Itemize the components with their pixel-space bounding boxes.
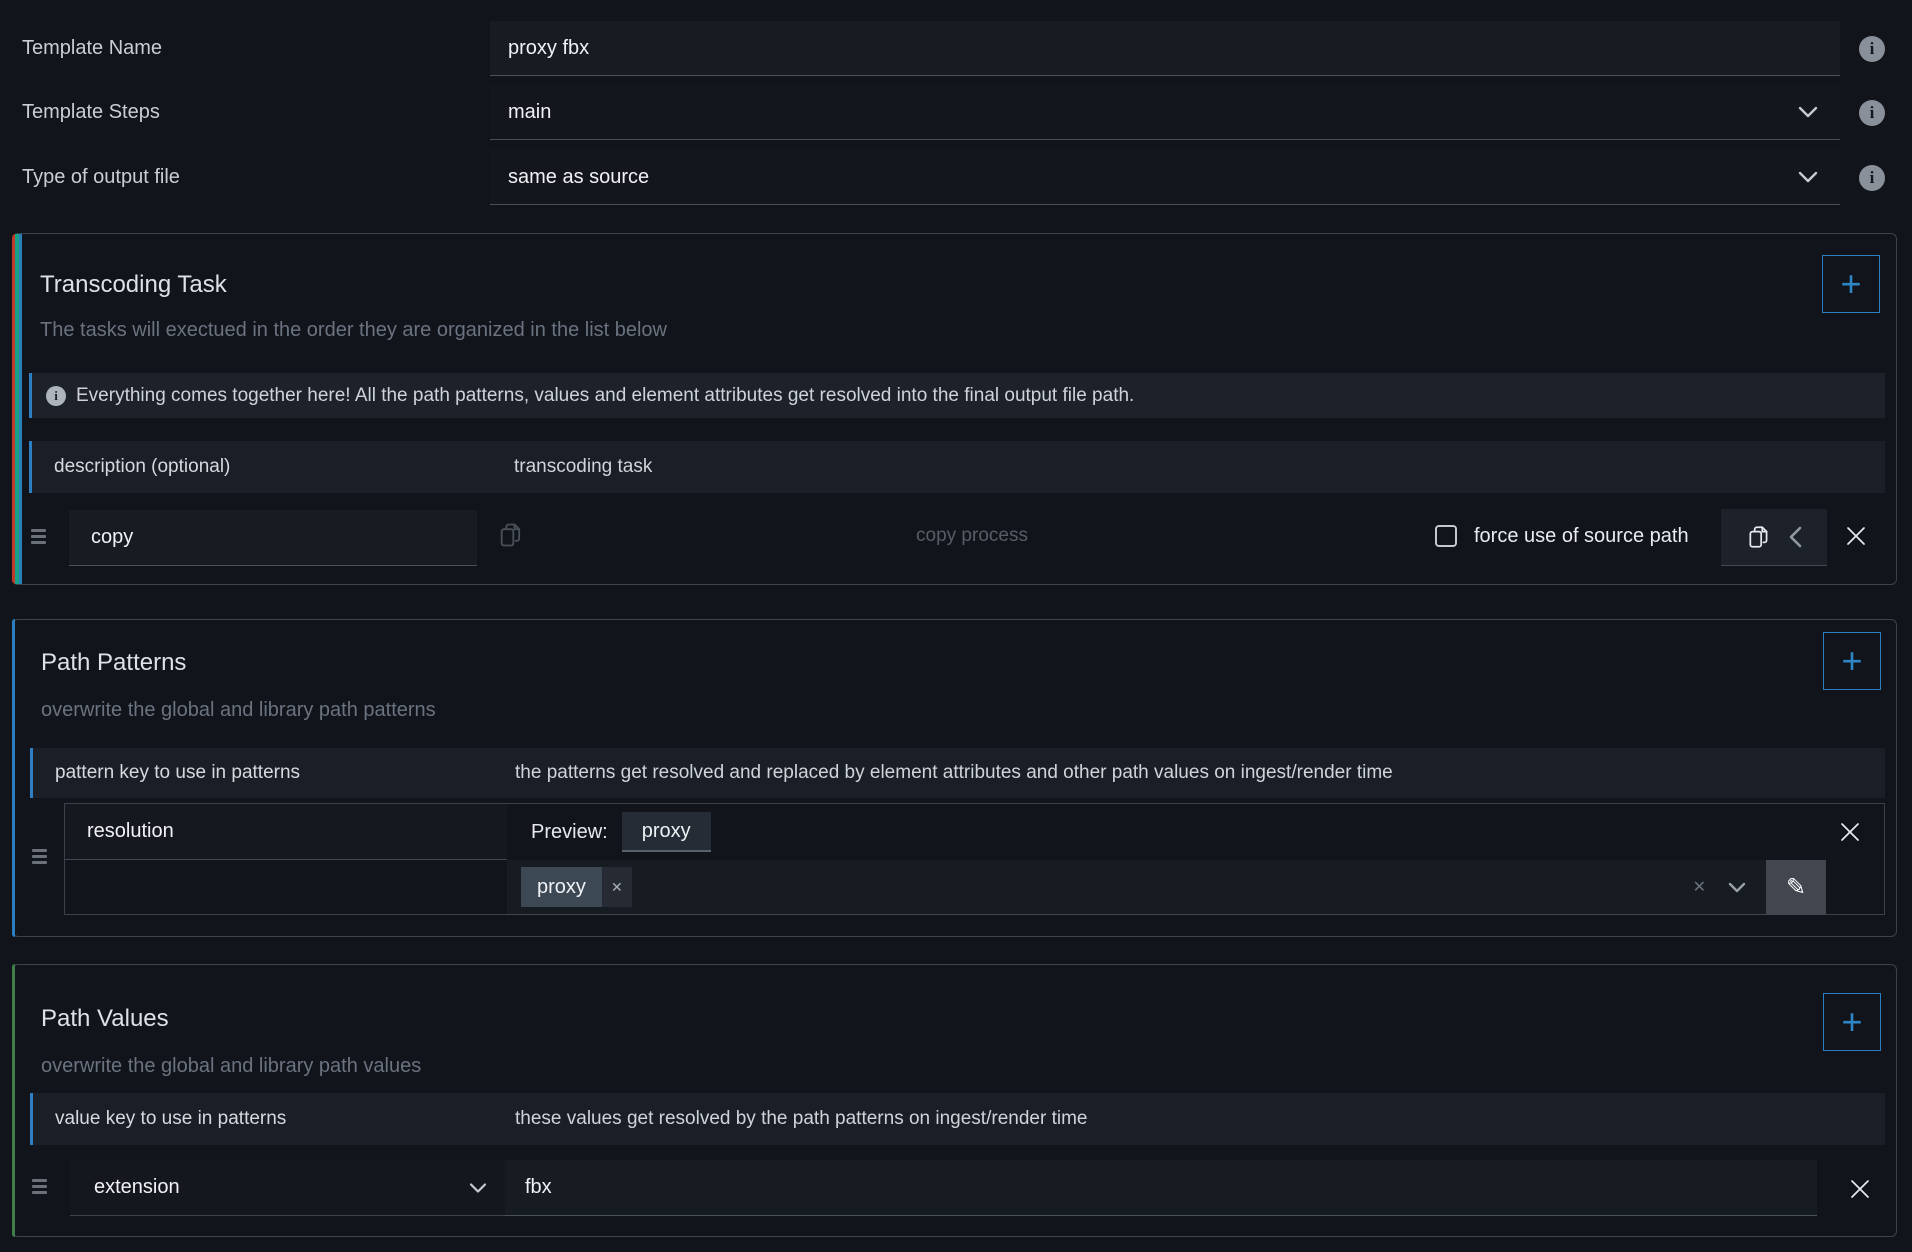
delete-task-icon[interactable]	[1844, 524, 1868, 548]
pattern-key-value: resolution	[87, 820, 174, 843]
value-row: extension fbx	[13, 1157, 1896, 1219]
preview-label: Preview:	[531, 821, 608, 844]
path-values-section: Path Values overwrite the global and lib…	[12, 964, 1897, 1237]
paste-icon[interactable]	[1746, 524, 1772, 550]
column-task: transcoding task	[514, 441, 652, 493]
task-row: copy copy process force use of source pa…	[12, 505, 1896, 567]
info-banner: i Everything comes together here! All th…	[29, 373, 1885, 418]
section-title: Path Patterns	[41, 649, 186, 677]
add-pattern-button[interactable]: +	[1823, 632, 1881, 690]
output-type-row: Type of output file same as source i	[0, 150, 1912, 205]
drag-handle-icon[interactable]	[32, 849, 47, 864]
transcoding-task-section: Transcoding Task The tasks will exectued…	[12, 233, 1897, 585]
delete-value-icon[interactable]	[1848, 1177, 1872, 1201]
section-subtitle: overwrite the global and library path va…	[41, 1055, 421, 1078]
pattern-tags-input[interactable]: proxy ✕ ✕ ✎	[507, 860, 1826, 915]
section-title: Path Values	[41, 1005, 169, 1033]
column-value-info: these values get resolved by the path pa…	[515, 1093, 1087, 1145]
section-subtitle: overwrite the global and library path pa…	[41, 699, 436, 722]
section-subtitle: The tasks will exectued in the order the…	[40, 319, 667, 342]
chevron-down-icon	[1798, 106, 1818, 118]
value-key-select[interactable]: extension	[70, 1160, 505, 1216]
delete-pattern-icon[interactable]	[1838, 820, 1862, 844]
info-icon[interactable]: i	[1859, 165, 1885, 191]
clear-tags-icon[interactable]: ✕	[1693, 877, 1706, 897]
add-task-button[interactable]: +	[1822, 255, 1880, 313]
template-steps-select[interactable]: main	[490, 85, 1840, 140]
chevron-left-icon[interactable]	[1788, 526, 1802, 548]
drag-handle-icon[interactable]	[31, 529, 46, 544]
tag-chip-label: proxy	[521, 867, 602, 907]
template-name-label: Template Name	[22, 21, 162, 76]
copy-icon[interactable]	[497, 521, 525, 549]
column-pattern-info: the patterns get resolved and replaced b…	[515, 748, 1393, 798]
pattern-key-input[interactable]: resolution	[65, 804, 507, 860]
path-patterns-section: Path Patterns overwrite the global and l…	[12, 619, 1897, 937]
value-value: fbx	[525, 1176, 552, 1199]
chevron-down-icon	[469, 1182, 487, 1193]
template-name-value: proxy fbx	[508, 37, 589, 60]
value-key-value: extension	[94, 1176, 180, 1199]
template-steps-row: Template Steps main i	[0, 85, 1912, 140]
pattern-row: resolution Preview: proxy proxy ✕	[64, 803, 1885, 915]
info-icon[interactable]: i	[1859, 100, 1885, 126]
output-type-label: Type of output file	[22, 150, 180, 205]
task-process-placeholder[interactable]: copy process	[842, 505, 1102, 567]
pattern-columns-header: pattern key to use in patterns the patte…	[30, 748, 1885, 798]
template-name-row: Template Name proxy fbx i	[0, 21, 1912, 76]
template-name-input[interactable]: proxy fbx	[490, 21, 1840, 76]
template-steps-label: Template Steps	[22, 85, 160, 140]
info-icon: i	[46, 386, 66, 406]
column-value-key: value key to use in patterns	[55, 1093, 286, 1145]
chevron-down-icon[interactable]	[1728, 882, 1746, 893]
output-type-value: same as source	[508, 166, 649, 189]
add-value-button[interactable]: +	[1823, 993, 1881, 1051]
template-editor-page: Template Name proxy fbx i Template Steps…	[0, 0, 1912, 1252]
output-type-select[interactable]: same as source	[490, 150, 1840, 205]
section-title: Transcoding Task	[40, 271, 227, 299]
force-source-checkbox[interactable]	[1435, 525, 1457, 547]
tag-remove-icon[interactable]: ✕	[602, 867, 632, 907]
edit-pencil-button[interactable]: ✎	[1766, 860, 1826, 915]
value-columns-header: value key to use in patterns these value…	[30, 1093, 1885, 1145]
task-actions-panel	[1721, 509, 1827, 566]
drag-handle-icon[interactable]	[32, 1179, 47, 1194]
tag-chip: proxy ✕	[521, 867, 632, 907]
task-description-input[interactable]: copy	[69, 510, 477, 566]
value-input[interactable]: fbx	[505, 1160, 1817, 1216]
info-banner-text: Everything comes together here! All the …	[76, 385, 1134, 407]
preview-value-badge: proxy	[622, 812, 711, 852]
template-steps-value: main	[508, 101, 551, 124]
column-pattern-key: pattern key to use in patterns	[55, 748, 300, 798]
chevron-down-icon	[1798, 171, 1818, 183]
force-source-label: force use of source path	[1474, 505, 1689, 567]
task-description-value: copy	[91, 526, 133, 549]
task-columns-header: description (optional) transcoding task	[29, 441, 1885, 493]
column-description: description (optional)	[54, 441, 230, 493]
info-icon[interactable]: i	[1859, 36, 1885, 62]
